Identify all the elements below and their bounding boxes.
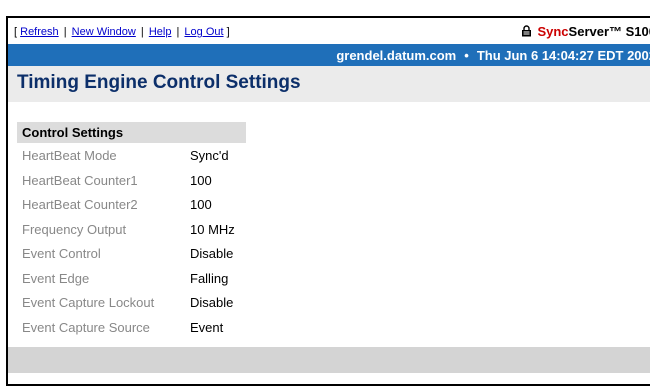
setting-label: HeartBeat Mode <box>22 148 117 163</box>
setting-label: Event Control <box>22 246 101 261</box>
page-title: Timing Engine Control Settings <box>17 72 301 93</box>
footer-bar <box>8 347 650 373</box>
datetime: Thu Jun 6 14:04:27 EDT 2002 <box>476 48 650 63</box>
setting-value: Event <box>190 319 224 335</box>
setting-value: Sync'd <box>190 148 229 163</box>
setting-label: HeartBeat Counter2 <box>22 197 138 212</box>
help-link[interactable]: Help <box>149 26 172 38</box>
setting-value: Falling <box>190 270 229 286</box>
setting-value: 100 <box>190 172 212 188</box>
brand-sync-text: Sync <box>537 24 569 39</box>
brand-product-text: Server™ S100 <box>568 24 650 39</box>
hostname: grendel.datum.com <box>336 48 457 63</box>
setting-label: Event Edge <box>22 270 90 286</box>
setting-label: Event Capture Lockout <box>22 295 155 310</box>
toolbar-links: [ Refresh | New Window | Help | Log Out … <box>14 26 230 38</box>
setting-label: HeartBeat Counter1 <box>22 172 138 188</box>
setting-value: 100 <box>190 197 212 212</box>
lock-icon <box>521 25 532 40</box>
link-separator: | <box>140 26 144 38</box>
new-window-link[interactable]: New Window <box>72 26 136 38</box>
section-header: Control Settings <box>17 122 246 143</box>
setting-value: Disable <box>190 295 234 310</box>
link-separator: | <box>176 26 180 38</box>
refresh-link[interactable]: Refresh <box>20 26 59 38</box>
setting-label: Event Capture Source <box>22 319 150 335</box>
bullet-separator: • <box>464 48 469 63</box>
setting-value: 10 MHz <box>190 221 235 237</box>
bracket-close: ] <box>226 26 230 38</box>
app-frame: [ Refresh | New Window | Help | Log Out … <box>6 16 650 386</box>
setting-value: Disable <box>190 246 234 261</box>
log-out-link[interactable]: Log Out <box>184 26 223 38</box>
section-title: Control Settings <box>22 125 124 140</box>
title-bar: Timing Engine Control Settings <box>8 66 650 102</box>
link-separator: | <box>63 26 67 38</box>
top-toolbar: [ Refresh | New Window | Help | Log Out … <box>8 18 650 44</box>
bracket-open: [ <box>14 26 18 38</box>
brand-logo: SyncServer™ S100 <box>521 24 650 40</box>
setting-label: Frequency Output <box>22 221 127 237</box>
status-bar: grendel.datum.com • Thu Jun 6 14:04:27 EDT… <box>8 44 650 66</box>
